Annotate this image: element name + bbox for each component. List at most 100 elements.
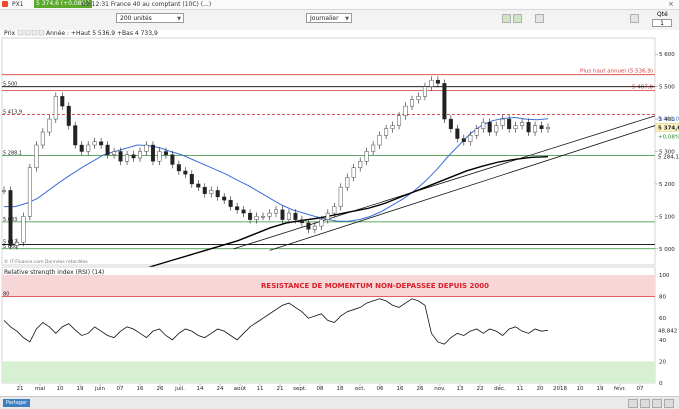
price-candle — [286, 212, 291, 220]
x-tick-label: déc. — [494, 385, 506, 392]
period-select[interactable]: Journalier ▼ — [306, 13, 352, 23]
close-window-icon[interactable]: × — [668, 0, 674, 8]
price-candle — [442, 83, 447, 120]
zoom-out-icon[interactable] — [628, 399, 638, 408]
price-legend: Année : +Haut 5 536,9 +Bas 4 733,9 — [46, 30, 158, 37]
left-level-label: 5 500 — [3, 82, 17, 88]
price-candle — [228, 199, 233, 207]
price-candle — [241, 209, 246, 214]
price-candle — [410, 99, 415, 107]
right-value-label: +0,08% — [658, 135, 679, 141]
rsi-last-value: 48,842 — [658, 328, 677, 334]
price-candle — [79, 144, 84, 152]
price-candle — [280, 209, 285, 220]
price-candle — [319, 219, 324, 227]
price-candle — [474, 128, 479, 136]
level-label: Plus haut annuel (5 536,9) — [580, 69, 653, 75]
price-candle — [500, 118, 505, 126]
price-candle — [8, 190, 13, 246]
settings-icon[interactable] — [630, 14, 639, 23]
rsi-panel: Relative strength index (RSI) (14) 80 0 20 4… — [1, 266, 677, 387]
price-candle — [533, 125, 538, 133]
chart-type-icon[interactable] — [502, 14, 511, 23]
x-tick-label: 14 — [197, 386, 204, 392]
x-tick-label: mai — [35, 386, 46, 392]
price-candle — [99, 141, 104, 146]
y-tick-label: 5 200 — [659, 182, 675, 188]
zoom-reset-icon[interactable] — [652, 399, 662, 408]
rsi-y-tick-label: 80 — [659, 295, 666, 301]
chart-area[interactable]: Prix Année : +Haut 5 536,9 +Bas 4 733,9 5 … — [0, 30, 679, 396]
price-candle — [364, 151, 369, 162]
x-tick-label: 26 — [417, 386, 424, 392]
window-icon — [2, 1, 8, 7]
price-candle — [150, 144, 155, 162]
left-level-label: 5 288,1 — [3, 150, 22, 156]
legend-control-icon — [38, 30, 45, 36]
rsi-annotation: RESISTANCE DE MOMENTUM NON-DEPASSEE DEPU… — [261, 282, 489, 290]
x-tick-label: 21 — [277, 386, 284, 392]
price-candle — [2, 190, 6, 192]
price-candle — [494, 125, 499, 133]
price-candle — [60, 96, 65, 107]
price-candle — [92, 141, 97, 146]
price-candle — [73, 125, 78, 146]
price-candle — [254, 216, 259, 220]
x-tick-label: 19 — [77, 386, 84, 392]
price-candle — [21, 216, 26, 243]
price-candle — [507, 118, 512, 129]
price-candle — [325, 212, 330, 220]
x-tick-label: 16 — [137, 386, 144, 392]
x-tick-label: 21 — [17, 386, 24, 392]
x-tick-label: 07 — [117, 386, 124, 392]
price-candle — [47, 118, 52, 133]
qty-label: Qté — [657, 11, 668, 18]
price-panel-title: Prix — [4, 30, 16, 37]
price-candle — [520, 122, 525, 126]
price-candle — [351, 167, 356, 178]
price-candle — [209, 190, 214, 194]
units-select[interactable]: 200 unités ▼ — [116, 13, 184, 23]
price-candle — [403, 105, 408, 117]
drawing-tools-icon[interactable] — [535, 14, 544, 23]
price-candle — [546, 127, 551, 130]
price-candle — [27, 167, 32, 217]
zoom-in-icon[interactable] — [640, 399, 650, 408]
chevron-down-icon: ▼ — [345, 16, 349, 22]
x-tick-label: 11 — [257, 386, 264, 392]
price-candle — [131, 154, 136, 159]
qty-input[interactable]: 1 — [652, 19, 672, 27]
price-candle — [53, 96, 58, 120]
fullscreen-icon[interactable] — [664, 399, 674, 408]
indicator-icon[interactable] — [513, 14, 522, 23]
x-tick-label: nov. — [434, 386, 446, 392]
x-tick-label: 10 — [577, 386, 584, 392]
price-candle — [306, 222, 311, 230]
price-candle — [513, 125, 518, 130]
share-button[interactable]: Partager — [3, 399, 31, 407]
price-candle — [461, 138, 466, 142]
price-candle — [455, 128, 460, 139]
price-candle — [215, 190, 220, 198]
bottom-bar: Partager — [0, 396, 679, 409]
x-tick-label: 16 — [397, 386, 404, 392]
price-candle — [118, 151, 123, 162]
x-tick-label: 07 — [637, 386, 644, 392]
price-candle — [487, 122, 492, 133]
price-candle — [267, 212, 272, 217]
x-tick-label: 24 — [217, 386, 224, 392]
price-candle — [248, 212, 253, 220]
rsi-y-tick-label: 60 — [659, 316, 666, 322]
price-candle — [14, 242, 19, 246]
price-candle — [397, 115, 402, 126]
price-candle — [526, 122, 531, 133]
price-candle — [222, 196, 227, 201]
y-tick-label: 5 000 — [659, 247, 675, 253]
x-tick-label: 22 — [477, 386, 484, 392]
price-candle — [481, 122, 486, 129]
y-tick-label: 5 500 — [659, 85, 675, 91]
x-tick-label: 10 — [57, 386, 64, 392]
x-tick-label: 11 — [517, 386, 524, 392]
x-tick-label: 19 — [597, 386, 604, 392]
price-candle — [332, 206, 337, 214]
